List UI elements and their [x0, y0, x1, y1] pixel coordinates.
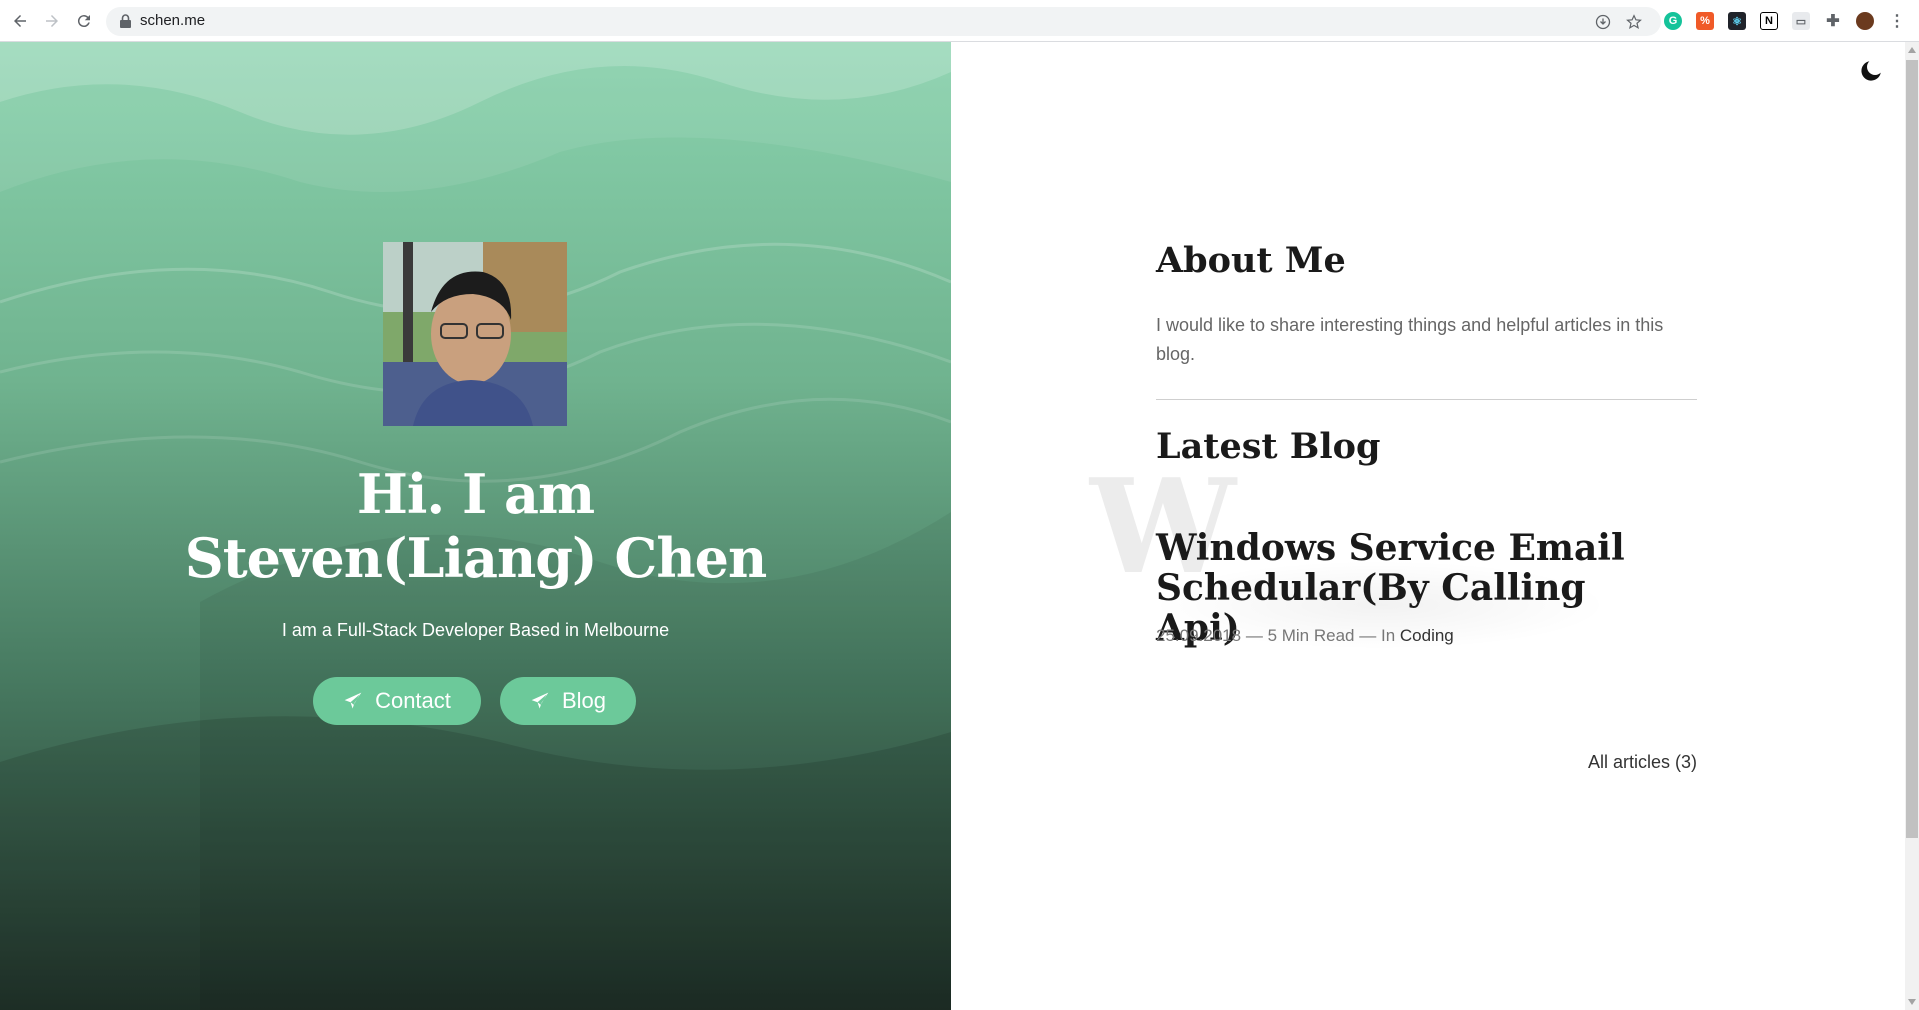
dark-mode-toggle[interactable]: [1858, 58, 1884, 84]
post-category-link[interactable]: Coding: [1400, 626, 1454, 645]
all-articles-link[interactable]: All articles (3): [1588, 752, 1697, 773]
hero-title-line2: Steven(Liang) Chen: [184, 526, 768, 590]
contact-button-label: Contact: [375, 688, 451, 713]
scroll-down-icon[interactable]: [1905, 994, 1919, 1010]
browser-toolbar: schen.me G % ⚛ N ▭ ✚ ⋮: [0, 0, 1919, 42]
cast-icon[interactable]: ▭: [1792, 12, 1810, 30]
back-arrow-icon[interactable]: [8, 9, 32, 33]
paper-plane-icon: [344, 692, 362, 709]
grammarly-icon[interactable]: G: [1664, 12, 1682, 30]
reload-icon[interactable]: [72, 9, 96, 33]
blog-button[interactable]: Blog: [500, 677, 636, 725]
puzzle-icon[interactable]: ✚: [1824, 12, 1842, 30]
post-in-label: In: [1380, 626, 1396, 645]
meta-separator: —: [1245, 626, 1263, 645]
about-text: I would like to share interesting things…: [1156, 315, 1664, 364]
meta-separator: —: [1359, 626, 1377, 645]
hero-title: Hi. I am Steven(Liang) Chen: [0, 462, 951, 590]
lock-icon: [120, 14, 131, 33]
scrollbar-thumb[interactable]: [1906, 60, 1918, 838]
divider: [1156, 399, 1697, 400]
profile-avatar-icon[interactable]: [1856, 12, 1874, 30]
ext-orange-icon[interactable]: %: [1696, 12, 1714, 30]
about-heading: About Me: [1156, 240, 1346, 281]
install-icon[interactable]: [1594, 13, 1612, 31]
post-read-time: 5 Min Read: [1267, 626, 1355, 645]
hero-panel: Hi. I am Steven(Liang) Chen I am a Full-…: [0, 42, 951, 1010]
contact-button[interactable]: Contact: [313, 677, 481, 725]
kebab-menu-icon[interactable]: ⋮: [1888, 12, 1906, 30]
star-icon[interactable]: [1625, 13, 1643, 31]
blog-button-label: Blog: [561, 688, 607, 713]
moon-icon: [1861, 61, 1881, 81]
post-meta: 25.09.2018 — 5 Min Read — In Coding: [1156, 626, 1454, 646]
hero-title-line1: Hi. I am: [356, 462, 595, 526]
paper-plane-icon: [531, 692, 549, 709]
forward-arrow-icon[interactable]: [40, 9, 64, 33]
post-date: 25.09.2018: [1156, 626, 1242, 645]
react-devtools-icon[interactable]: ⚛: [1728, 12, 1746, 30]
url-text: schen.me: [140, 12, 206, 29]
notion-icon[interactable]: N: [1760, 12, 1778, 30]
avatar: [383, 242, 567, 426]
address-bar[interactable]: schen.me: [106, 7, 1661, 36]
scroll-up-icon[interactable]: [1905, 42, 1919, 58]
hero-subtitle: I am a Full-Stack Developer Based in Mel…: [281, 620, 670, 640]
